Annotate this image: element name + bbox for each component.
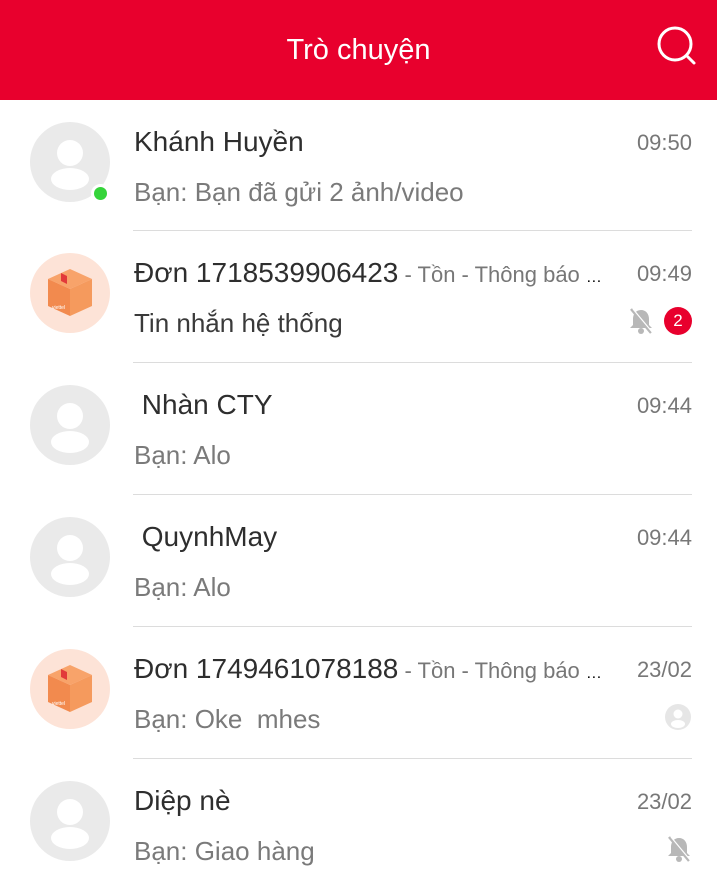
page-title: Trò chuyện	[286, 33, 431, 66]
message-time: 09:49	[636, 261, 692, 286]
app-header: Trò chuyện	[0, 0, 717, 100]
conversation-item[interactable]: Nhàn CTY 09:44 Bạn: Alo	[0, 363, 717, 495]
contact-name: Nhàn CTY	[134, 389, 273, 420]
svg-text:viettel: viettel	[52, 305, 65, 311]
message-preview: Tin nhắn hệ thống	[134, 308, 343, 338]
message-time: 09:50	[636, 130, 692, 155]
conversation-item[interactable]: Diệp nè 23/02 Bạn: Giao hàng	[0, 759, 717, 891]
online-status-dot	[91, 184, 110, 203]
conversation-item[interactable]: QuynhMay 09:44 Bạn: Alo	[0, 495, 717, 627]
conversation-item[interactable]: viettel Đơn 1718539906423 - Tồn - Thông …	[0, 231, 717, 363]
contact-name: Diệp nè	[134, 785, 231, 816]
svg-text:viettel: viettel	[52, 701, 65, 707]
order-subtitle: - Tồn - Thông báo về đơn hàng	[404, 262, 611, 287]
bell-muted-icon	[668, 836, 692, 862]
search-button[interactable]	[655, 24, 699, 68]
message-time: 09:44	[636, 525, 692, 550]
message-time: 23/02	[636, 657, 692, 682]
default-avatar	[30, 517, 110, 597]
contact-name: QuynhMay	[134, 521, 278, 552]
conversation-item[interactable]: viettel Đơn 1749461078188 - Tồn - Thông …	[0, 627, 717, 759]
bell-muted-icon	[630, 308, 654, 334]
package-avatar: viettel	[30, 649, 110, 729]
default-avatar	[30, 385, 110, 465]
search-icon	[657, 26, 696, 65]
conversation-list: Khánh Huyền 09:50 Bạn: Bạn đã gửi 2 ảnh/…	[0, 100, 717, 891]
message-time: 23/02	[636, 789, 692, 814]
order-subtitle: - Tồn - Thông báo về đơn hàng	[404, 658, 611, 683]
unread-badge: 2	[664, 307, 692, 335]
message-preview: Bạn: Bạn đã gửi 2 ảnh/video	[134, 177, 464, 207]
message-preview: Bạn: Oke mhes	[134, 704, 321, 734]
message-preview: Bạn: Alo	[134, 440, 231, 470]
message-time: 09:44	[636, 393, 692, 418]
read-receipt-avatar-icon	[665, 704, 691, 730]
message-preview: Bạn: Giao hàng	[134, 836, 315, 866]
message-preview: Bạn: Alo	[134, 572, 231, 602]
contact-name: Khánh Huyền	[134, 126, 304, 157]
contact-name: Đơn 1749461078188	[134, 653, 399, 684]
package-avatar: viettel	[30, 253, 110, 333]
default-avatar	[30, 781, 110, 861]
contact-name: Đơn 1718539906423	[134, 257, 399, 288]
conversation-item[interactable]: Khánh Huyền 09:50 Bạn: Bạn đã gửi 2 ảnh/…	[0, 100, 717, 231]
